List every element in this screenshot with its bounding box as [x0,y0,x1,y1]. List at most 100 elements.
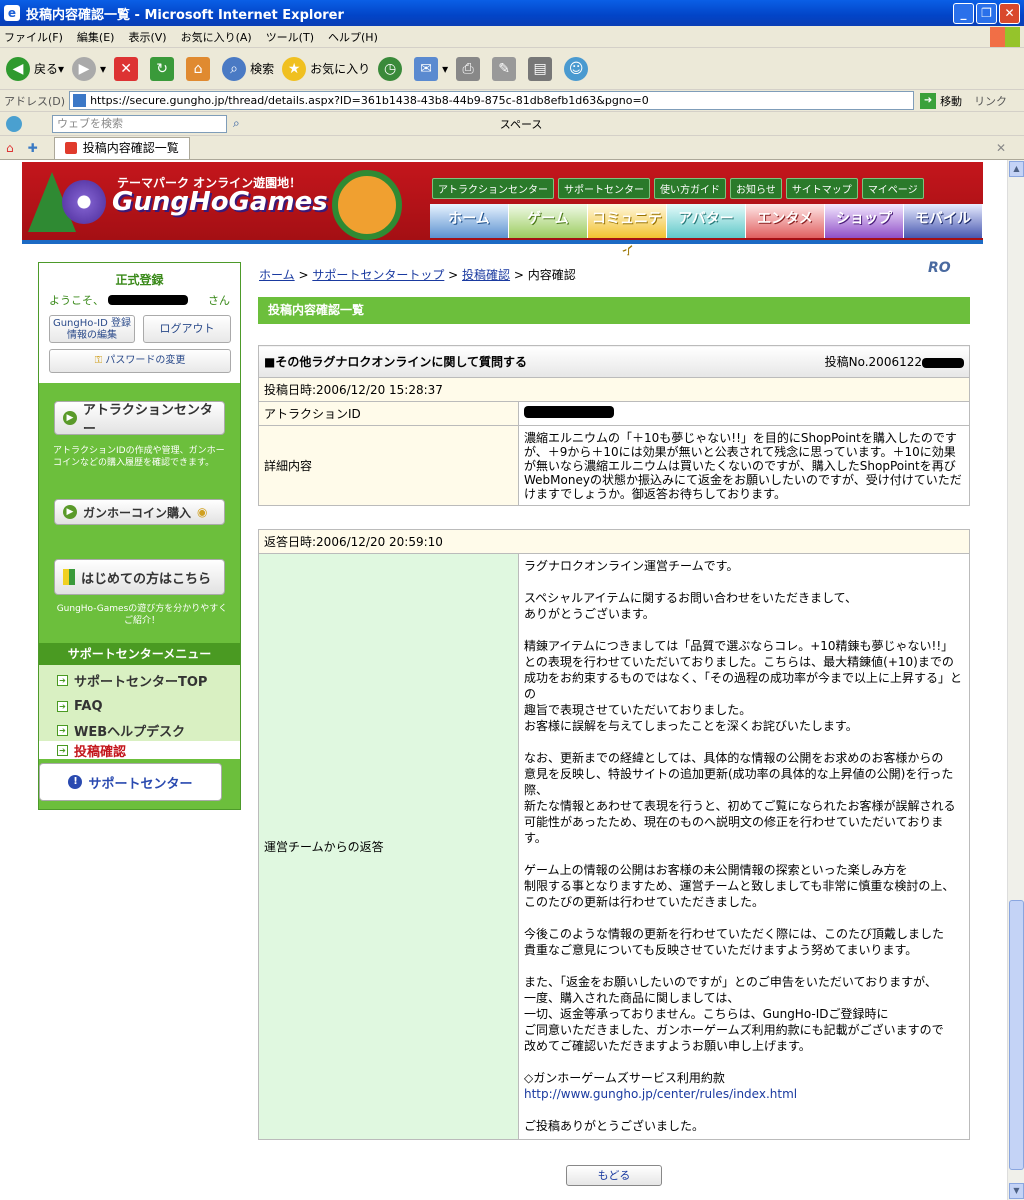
coin-purchase-button[interactable]: ▶ ガンホーコイン購入 ◉ [54,499,225,525]
gnav-avatar[interactable]: アバター [667,204,746,238]
reply-table: 返答日時:2006/12/20 20:59:10 運営チームからの返答 ラグナロ… [258,529,970,1140]
space-button[interactable]: スペース [500,116,543,132]
top-nav: アトラクションセンター サポートセンター 使い方ガイド お知らせ サイトマップ … [432,178,924,199]
reply-closing: ご投稿ありがとうございました。 [524,1119,705,1133]
support-center-button[interactable]: ! サポートセンター [39,763,222,801]
attraction-id-label: アトラクションID [258,401,519,426]
search-button[interactable]: ⌕ 検索 [222,56,274,81]
links-button[interactable]: リンク [974,93,1007,109]
password-change-button[interactable]: ⚿ パスワードの変更 [49,349,231,373]
menu-faq[interactable]: ➔ FAQ [57,699,103,714]
menu-support-top[interactable]: ➔ サポートセンターTOP [57,671,207,690]
gnav-shop[interactable]: ショップ [825,204,904,238]
member-status: 正式登録 [115,273,164,287]
messenger-icon: ☺ [564,56,589,81]
ie-icon: e [4,5,20,21]
history-button[interactable]: ◷ [378,56,406,81]
nav-support[interactable]: サポートセンター [558,178,650,199]
research-button[interactable]: ▤ [528,56,556,81]
menu-helpdesk[interactable]: ➔ WEBヘルプデスク [57,721,185,740]
question-header: ■その他ラグナロクオンラインに関して質問する 投稿No.2006122 [258,345,970,378]
search-go-icon[interactable]: ⌕ [233,116,240,131]
nav-attraction[interactable]: アトラクションセンター [432,178,554,199]
menu-file[interactable]: ファイル(F) [4,29,63,45]
home-icon: ⌂ [186,56,211,81]
sidebar: 正式登録 ようこそ、 さん GungHo-ID 登録情報の編集 ログアウト ⚿ … [38,262,241,810]
arrow-circle-icon: ▶ [63,411,77,425]
forward-button[interactable]: ▶ ▾ [72,56,106,81]
nav-news[interactable]: お知らせ [730,178,782,199]
terms-link[interactable]: http://www.gungho.jp/center/rules/index.… [524,1087,797,1101]
nav-mypage[interactable]: マイページ [861,178,924,199]
refresh-button[interactable]: ↻ [150,56,178,81]
stop-icon: ✕ [114,56,139,81]
redacted-attraction-id [524,406,614,418]
address-input[interactable]: https://secure.gungho.jp/thread/details.… [69,91,915,110]
logout-button[interactable]: ログアウト [143,315,231,343]
gnav-mobile[interactable]: モバイル [904,204,983,238]
gnav-game[interactable]: ゲーム [509,204,588,238]
home-tab-icon[interactable]: ⌂ [6,141,14,155]
maximize-button[interactable]: ❐ [976,3,997,24]
breadcrumb-post-confirm[interactable]: 投稿確認 [462,268,510,282]
go-button[interactable]: ➜ 移動 [920,92,962,109]
vertical-scrollbar[interactable]: ▲ ▼ [1007,160,1024,1200]
attraction-center-button[interactable]: ▶ アトラクションセンター [54,401,225,437]
favorites-button[interactable]: ★ お気に入り [282,56,370,81]
menu-post-confirm[interactable]: ➔ 投稿確認 [39,741,240,760]
question-table: ■その他ラグナロクオンラインに関して質問する 投稿No.2006122 投稿日時… [258,345,970,506]
stop-button[interactable]: ✕ [114,56,142,81]
print-button[interactable]: ⎙ [456,56,484,81]
gnav-entame[interactable]: エンタメ [746,204,825,238]
detail-text: 濃縮エルニウムの「＋10も夢じゃない!!」を目的にShopPointを購入したの… [518,425,970,506]
tab-bar: ⌂ ✚ 投稿内容確認一覧 ✕ [0,136,1024,160]
beginner-mark-icon [63,569,75,585]
gnav-community[interactable]: コミュニティ [588,204,667,257]
nav-sitemap[interactable]: サイトマップ [785,178,858,199]
beginner-button[interactable]: はじめての方はこちら [54,559,225,595]
breadcrumb-support-top[interactable]: サポートセンタートップ [312,268,444,282]
mail-button[interactable]: ✉ ▾ [414,56,448,81]
site-logo[interactable]: GungHoGames [62,180,328,224]
gnav-home[interactable]: ホーム [430,204,509,238]
favicon-icon [64,142,77,154]
address-label: アドレス(D) [4,94,66,108]
redacted-username [108,295,188,305]
forward-arrow-icon: ▶ [72,56,97,81]
reply-label: 運営チームからの返答 [258,553,519,1140]
menu-edit[interactable]: 編集(E) [77,29,115,45]
scroll-thumb[interactable] [1009,900,1024,1170]
menu-tools[interactable]: ツール(T) [266,29,314,45]
menu-help[interactable]: ヘルプ(H) [328,29,378,45]
web-search-input[interactable]: ウェブを検索 [52,114,227,133]
new-tab-icon[interactable]: ✚ [28,141,38,155]
menu-view[interactable]: 表示(V) [128,29,166,45]
reply-paragraph: 精錬アイテムにつきましては「品質で選ぶならコレ。+10精錬も夢じゃない!!」 と… [524,639,963,733]
login-box: 正式登録 ようこそ、 さん GungHo-ID 登録情報の編集 ログアウト ⚿ … [39,263,240,383]
tab-current[interactable]: 投稿内容確認一覧 [53,136,190,159]
scroll-up-icon[interactable]: ▲ [1009,161,1024,177]
back-page-button[interactable]: もどる [566,1165,662,1186]
address-bar: アドレス(D) https://secure.gungho.jp/thread/… [0,90,1024,112]
close-button[interactable]: ✕ [999,3,1020,24]
close-tab-icon[interactable]: ✕ [996,141,1006,155]
minimize-button[interactable]: _ [953,3,974,24]
menu-favorites[interactable]: お気に入り(A) [181,29,252,45]
id-edit-button[interactable]: GungHo-ID 登録情報の編集 [49,315,135,343]
terms-title: ◇ガンホーゲームズサービス利用約款 [524,1071,725,1085]
global-nav: ホーム ゲーム コミュニティ アバター エンタメ ショップ モバイル [430,204,983,257]
menu-arrow-icon: ➔ [57,675,68,686]
question-category: ■その他ラグナロクオンラインに関して質問する [264,355,527,369]
search-provider-icon[interactable] [6,115,22,132]
menu-arrow-icon: ➔ [57,744,68,756]
key-icon: ⚿ [94,355,103,366]
home-button[interactable]: ⌂ [186,56,214,81]
messenger-button[interactable]: ☺ [564,56,592,81]
scroll-down-icon[interactable]: ▼ [1009,1183,1024,1199]
reply-paragraph: なお、更新までの経緯としては、具体的な情報の公開をお求めのお客様からの 意見を反… [524,751,956,845]
back-button[interactable]: ◀ 戻る ▾ [6,56,64,81]
edit-button[interactable]: ✎ [492,56,520,81]
nav-guide[interactable]: 使い方ガイド [654,178,726,199]
breadcrumb-home[interactable]: ホーム [259,268,295,282]
windows-logo-icon [990,27,1020,47]
